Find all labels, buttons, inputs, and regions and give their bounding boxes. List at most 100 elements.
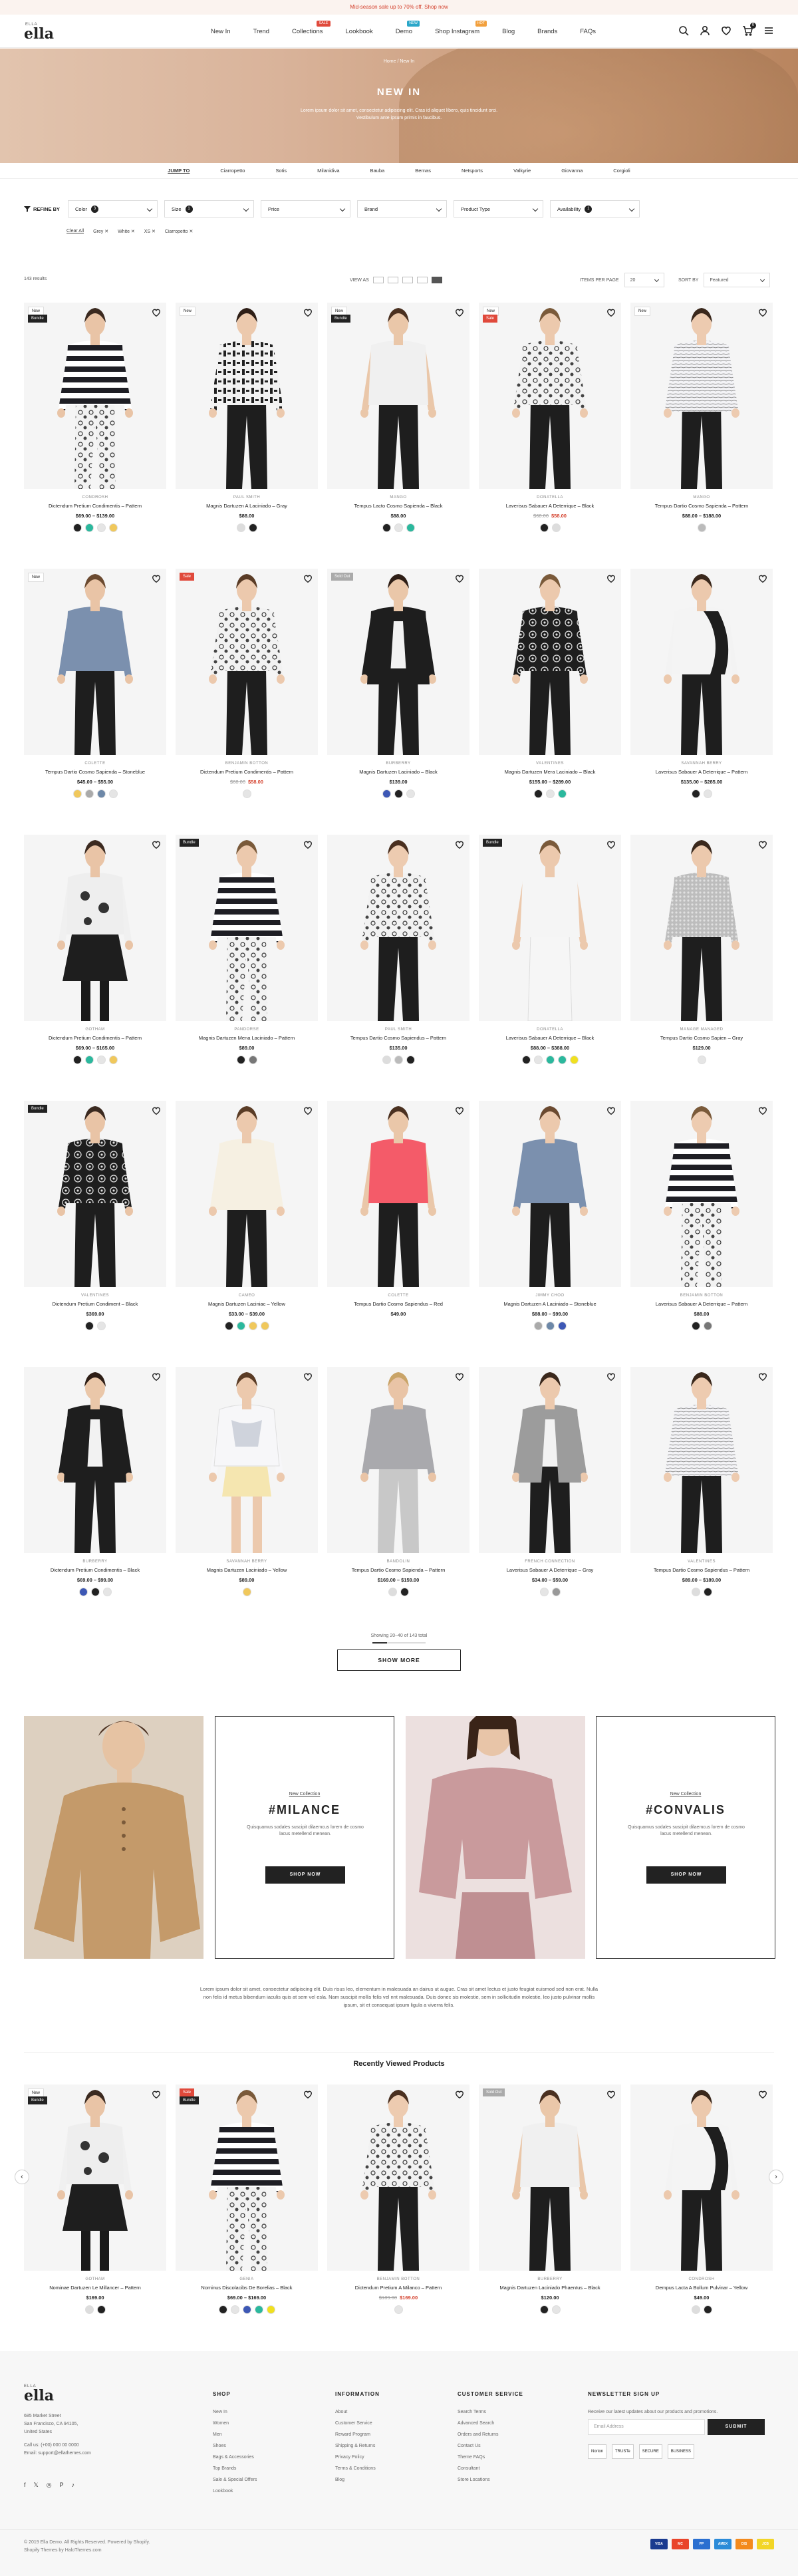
color-swatch[interactable] [382, 1056, 391, 1064]
wishlist-heart-icon[interactable] [606, 574, 616, 583]
color-swatch[interactable] [382, 789, 391, 798]
product-image-frame[interactable] [630, 1101, 773, 1287]
product-image-frame[interactable] [479, 1101, 621, 1287]
product-card[interactable]: SAVANNAH BERRY Laverisus Sabauer A Deterr… [630, 569, 773, 798]
color-swatch[interactable] [96, 1322, 106, 1330]
product-vendor[interactable]: PAUL SMITH [327, 1028, 469, 1032]
color-swatch[interactable] [242, 789, 251, 798]
product-title[interactable]: Magnis Dartuzen A Laciniado – Stoneblue [479, 1301, 621, 1308]
newsletter-submit-button[interactable]: SUBMIT [708, 2419, 765, 2435]
color-swatch[interactable] [84, 523, 94, 532]
wishlist-heart-icon[interactable] [152, 1372, 161, 1381]
product-image-frame[interactable] [630, 1367, 773, 1553]
product-title[interactable]: Laverisus Sabauer A Deterrique – Gray [479, 1567, 621, 1574]
view-grid-4-icon[interactable] [416, 277, 428, 283]
color-swatch[interactable] [248, 1056, 257, 1064]
product-vendor[interactable]: DONATELLA [479, 1028, 621, 1032]
product-image-frame[interactable]: New Bundle [327, 303, 469, 489]
wishlist-heart-icon[interactable] [758, 574, 767, 583]
product-image-frame[interactable] [630, 569, 773, 755]
product-title[interactable]: Dictendum Pretium Condimentis – Pattern [24, 1035, 166, 1042]
view-grid-3-icon[interactable] [402, 277, 413, 283]
product-image-frame[interactable]: Sale Bundle [176, 2084, 318, 2271]
color-swatch[interactable] [382, 523, 391, 532]
product-card[interactable]: BENJAMIN BOTTON Laverisus Sabauer A Deter… [630, 1101, 773, 1330]
product-image-frame[interactable]: Bundle [479, 835, 621, 1021]
color-swatch[interactable] [254, 2305, 263, 2314]
color-swatch[interactable] [90, 1588, 100, 1596]
product-title[interactable]: Dictendum Pretium Condimentis – Pattern [24, 503, 166, 509]
active-filter-chip[interactable]: Ciarropetto ✕ [165, 229, 193, 234]
product-title[interactable]: Magnis Dartuzen Laciniado – Black [327, 769, 469, 776]
product-card[interactable]: GOTHAM Dictendum Pretium Condimentis – Pa… [24, 835, 166, 1064]
color-swatch[interactable] [539, 1588, 549, 1596]
menu-icon[interactable] [763, 25, 774, 39]
pinterest-icon[interactable]: P [60, 2482, 64, 2489]
product-title[interactable]: Tempus Dartio Cosmo Sapiendus – Pattern [630, 1567, 773, 1574]
footer-link[interactable]: Orders and Returns [458, 2429, 523, 2440]
product-vendor[interactable]: CAMEO [176, 1294, 318, 1298]
wishlist-heart-icon[interactable] [455, 840, 464, 849]
wishlist-heart-icon[interactable] [606, 2090, 616, 2099]
wishlist-heart-icon[interactable] [758, 1106, 767, 1115]
product-vendor[interactable]: CONDROSH [24, 496, 166, 500]
product-card[interactable]: COLETTE Tempus Dartio Cosmo Sapiendus – R… [327, 1101, 469, 1322]
color-swatch[interactable] [236, 1322, 245, 1330]
product-title[interactable]: Laverisus Sabauer A Deterrique – Pattern [630, 769, 773, 776]
carousel-next-icon[interactable]: › [769, 2170, 783, 2184]
color-swatch[interactable] [691, 1322, 700, 1330]
product-card[interactable]: New PAUL SMITH Magnis Dartuzen A Laciniado… [176, 303, 318, 532]
color-swatch[interactable] [691, 1588, 700, 1596]
instagram-icon[interactable]: ◎ [47, 2482, 52, 2489]
color-swatch[interactable] [84, 789, 94, 798]
product-title[interactable]: Magnis Dartuzen A Laciniado – Gray [176, 503, 318, 509]
color-swatch[interactable] [96, 2305, 106, 2314]
filter-price-dropdown[interactable]: Price [261, 200, 350, 217]
wishlist-heart-icon[interactable] [606, 1372, 616, 1381]
nav-item-lookbook[interactable]: Lookbook [334, 28, 384, 35]
product-card[interactable]: CONDROSH Dempus Lacta A Bollum Pulvinar –… [630, 2084, 773, 2314]
wishlist-heart-icon[interactable] [152, 840, 161, 849]
color-swatch[interactable] [260, 1322, 269, 1330]
wishlist-heart-icon[interactable] [152, 2090, 161, 2099]
color-swatch[interactable] [96, 789, 106, 798]
color-swatch[interactable] [569, 1056, 579, 1064]
product-title[interactable]: Tempus Dartio Cosmo Sapienda – Pattern [327, 1567, 469, 1574]
product-vendor[interactable]: DONATELLA [479, 496, 621, 500]
product-card[interactable]: BANDOLIN Tempus Dartio Cosmo Sapienda – P… [327, 1367, 469, 1596]
wishlist-heart-icon[interactable] [758, 1372, 767, 1381]
color-swatch[interactable] [557, 789, 567, 798]
jump-to-link[interactable]: Bauba [355, 168, 400, 174]
color-swatch[interactable] [691, 789, 700, 798]
product-vendor[interactable]: COLETTE [327, 1294, 469, 1298]
product-image-frame[interactable]: Bundle [24, 1101, 166, 1287]
color-swatch[interactable] [84, 2305, 94, 2314]
collection-banner-image[interactable] [406, 1716, 585, 1959]
active-filter-chip[interactable]: White ✕ [118, 229, 135, 234]
footer-link[interactable]: Shoes [213, 2440, 257, 2452]
product-card[interactable]: MANAGE MANAGED Tempus Dartio Cosmo Sapien… [630, 835, 773, 1064]
color-swatch[interactable] [691, 2305, 700, 2314]
jump-to-link[interactable]: Giovanna [546, 168, 598, 174]
product-card[interactable]: CAMEO Magnis Dartuzen Laciniac – Yellow $3… [176, 1101, 318, 1330]
color-swatch[interactable] [388, 1588, 397, 1596]
wishlist-heart-icon[interactable] [303, 840, 313, 849]
color-swatch[interactable] [108, 1056, 118, 1064]
product-card[interactable]: Bundle PANDORSE Magnis Dartuzen Mena Lacin… [176, 835, 318, 1064]
product-image-frame[interactable] [630, 2084, 773, 2271]
footer-link[interactable]: Top Brands [213, 2463, 257, 2474]
product-vendor[interactable]: MANGO [327, 496, 469, 500]
color-swatch[interactable] [84, 1056, 94, 1064]
product-image-frame[interactable] [24, 835, 166, 1021]
wishlist-heart-icon[interactable] [758, 308, 767, 317]
contact-line[interactable]: Call us: (+00) 000 00 0000 [24, 2442, 91, 2450]
color-swatch[interactable] [557, 1322, 567, 1330]
product-image-frame[interactable]: New [24, 569, 166, 755]
color-swatch[interactable] [394, 523, 403, 532]
wishlist-heart-icon[interactable] [152, 1106, 161, 1115]
footer-link[interactable]: Lookbook [213, 2486, 257, 2497]
nav-item-blog[interactable]: Blog [491, 28, 526, 35]
footer-link[interactable]: Store Locations [458, 2474, 523, 2486]
color-swatch[interactable] [539, 523, 549, 532]
items-per-page-select[interactable]: 20 [624, 273, 664, 287]
